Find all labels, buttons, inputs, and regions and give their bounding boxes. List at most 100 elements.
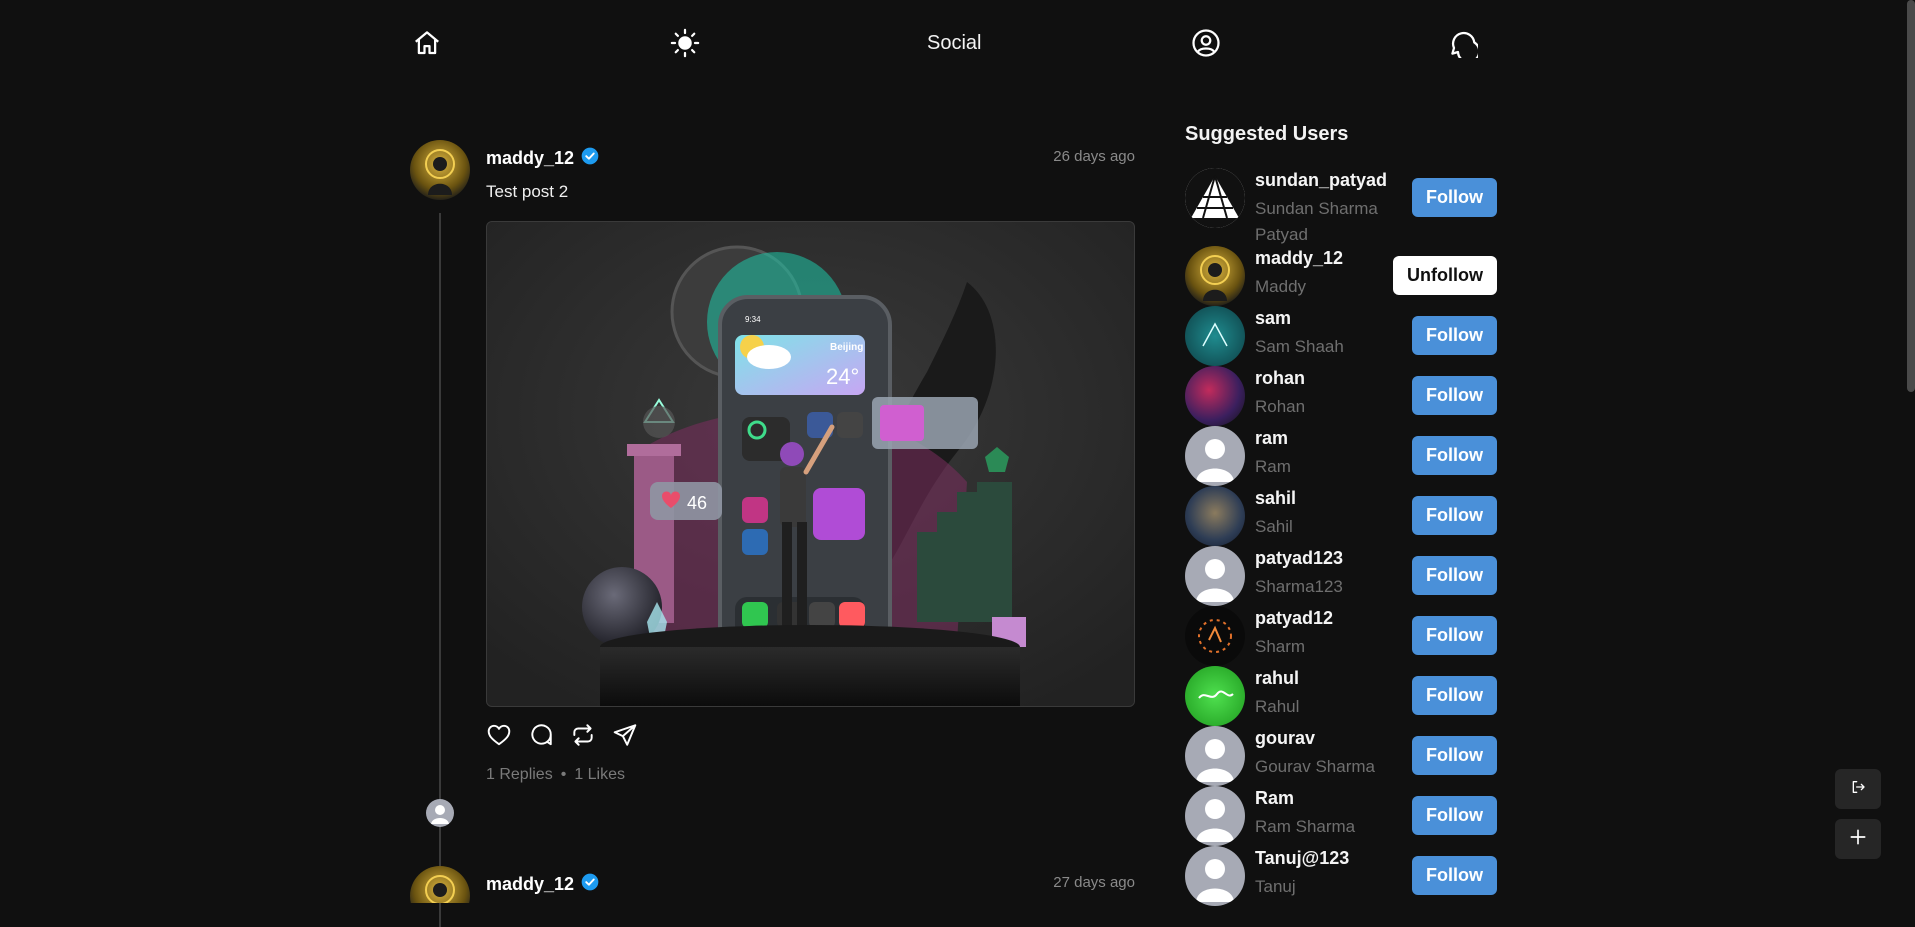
follow-button[interactable]: Follow bbox=[1412, 178, 1497, 217]
user-avatar[interactable] bbox=[1185, 666, 1245, 726]
app-title: Social bbox=[927, 32, 982, 54]
user-username[interactable]: gourav bbox=[1255, 728, 1315, 749]
theme-toggle-sun-icon[interactable] bbox=[668, 26, 702, 60]
stats-separator: • bbox=[560, 766, 567, 783]
user-fullname: Rahul bbox=[1255, 697, 1300, 716]
suggested-user: gourav Gourav Sharma Follow bbox=[1185, 726, 1497, 786]
post-timestamp: 26 days ago bbox=[1053, 148, 1135, 165]
likes-count[interactable]: 1 Likes bbox=[574, 766, 625, 784]
user-fullname: Ram bbox=[1255, 457, 1291, 476]
logout-icon bbox=[1850, 779, 1866, 800]
user-avatar[interactable] bbox=[1185, 486, 1245, 546]
user-avatar[interactable] bbox=[1185, 846, 1245, 906]
suggested-user: sundan_patyad Sundan Sharma Patyad Follo… bbox=[1185, 168, 1497, 244]
repost-icon[interactable] bbox=[570, 722, 596, 748]
post-username[interactable]: maddy_12 bbox=[486, 874, 574, 895]
user-fullname: Sharm bbox=[1255, 637, 1306, 656]
top-navbar: Social bbox=[410, 0, 1495, 88]
follow-button[interactable]: Follow bbox=[1412, 796, 1497, 835]
user-fullname: Tanuj bbox=[1255, 877, 1296, 896]
user-username[interactable]: patyad123 bbox=[1255, 548, 1343, 569]
share-icon[interactable] bbox=[612, 722, 638, 748]
user-fullname: Maddy bbox=[1255, 277, 1307, 296]
phone-time-label: 9:34 bbox=[745, 315, 761, 324]
follow-button[interactable]: Follow bbox=[1412, 736, 1497, 775]
follow-button[interactable]: Follow bbox=[1412, 856, 1497, 895]
suggested-user: ram Ram Follow bbox=[1185, 426, 1497, 486]
user-username[interactable]: rahul bbox=[1255, 668, 1299, 689]
user-username[interactable]: rohan bbox=[1255, 368, 1305, 389]
suggested-user: sahil Sahil Follow bbox=[1185, 486, 1497, 546]
post-header: maddy_12 bbox=[486, 146, 600, 171]
follow-button[interactable]: Follow bbox=[1412, 436, 1497, 475]
post-author-avatar[interactable] bbox=[410, 866, 470, 903]
suggested-user: Tanuj@123 Tanuj Follow bbox=[1185, 846, 1497, 906]
suggested-user: patyad12 Sharm Follow bbox=[1185, 606, 1497, 666]
unfollow-button[interactable]: Unfollow bbox=[1393, 256, 1497, 295]
user-username[interactable]: sam bbox=[1255, 308, 1291, 329]
follow-button[interactable]: Follow bbox=[1412, 676, 1497, 715]
user-username[interactable]: patyad12 bbox=[1255, 608, 1333, 629]
post-text: Test post 2 bbox=[486, 182, 569, 201]
verified-badge-icon bbox=[580, 872, 600, 897]
user-username[interactable]: sundan_patyad bbox=[1255, 170, 1387, 191]
follow-button[interactable]: Follow bbox=[1412, 376, 1497, 415]
suggested-user: sam Sam Shaah Follow bbox=[1185, 306, 1497, 366]
plus-icon bbox=[1848, 827, 1868, 852]
post-image[interactable]: 9:34 Beijing 24° 46 bbox=[486, 221, 1135, 707]
replies-count[interactable]: 1 Replies bbox=[486, 766, 553, 784]
post-username[interactable]: maddy_12 bbox=[486, 148, 574, 169]
logout-button[interactable] bbox=[1835, 769, 1881, 809]
post: maddy_12 27 days ago bbox=[410, 866, 1135, 903]
chat-icon[interactable] bbox=[1446, 26, 1480, 60]
follow-button[interactable]: Follow bbox=[1412, 316, 1497, 355]
suggested-user: Ram Ram Sharma Follow bbox=[1185, 786, 1497, 846]
user-fullname: Sahil bbox=[1255, 517, 1293, 536]
user-username[interactable]: sahil bbox=[1255, 488, 1296, 509]
user-fullname: Sharma123 bbox=[1255, 577, 1343, 596]
suggested-user: rohan Rohan Follow bbox=[1185, 366, 1497, 426]
post-stats: 1 Replies • 1 Likes bbox=[486, 766, 625, 784]
user-avatar[interactable] bbox=[1185, 546, 1245, 606]
reply-avatar[interactable] bbox=[426, 799, 454, 827]
user-avatar[interactable] bbox=[1185, 726, 1245, 786]
user-avatar[interactable] bbox=[1185, 246, 1245, 306]
user-fullname: Sundan Sharma Patyad bbox=[1255, 199, 1378, 244]
suggested-user: rahul Rahul Follow bbox=[1185, 666, 1497, 726]
user-fullname: Sam Shaah bbox=[1255, 337, 1344, 356]
user-avatar[interactable] bbox=[1185, 168, 1245, 228]
post-actions bbox=[486, 722, 638, 748]
page-scrollbar[interactable] bbox=[1907, 0, 1915, 392]
suggested-user: maddy_12 Maddy Unfollow bbox=[1185, 246, 1497, 306]
phone-city-label: Beijing bbox=[830, 342, 863, 353]
create-post-button[interactable] bbox=[1835, 819, 1881, 859]
follow-button[interactable]: Follow bbox=[1412, 616, 1497, 655]
post-timestamp: 27 days ago bbox=[1053, 874, 1135, 891]
phone-temp-label: 24° bbox=[826, 364, 859, 389]
like-icon[interactable] bbox=[486, 722, 512, 748]
comment-icon[interactable] bbox=[528, 722, 554, 748]
post: maddy_12 26 days ago Test post 2 9:34 Be… bbox=[410, 140, 1135, 927]
user-username[interactable]: Ram bbox=[1255, 788, 1294, 809]
user-fullname: Ram Sharma bbox=[1255, 817, 1356, 836]
suggested-user: patyad123 Sharma123 Follow bbox=[1185, 546, 1497, 606]
user-username[interactable]: ram bbox=[1255, 428, 1288, 449]
user-avatar[interactable] bbox=[1185, 426, 1245, 486]
user-avatar[interactable] bbox=[1185, 786, 1245, 846]
profile-icon[interactable] bbox=[1189, 26, 1223, 60]
follow-button[interactable]: Follow bbox=[1412, 496, 1497, 535]
user-username[interactable]: Tanuj@123 bbox=[1255, 848, 1349, 869]
verified-badge-icon bbox=[580, 146, 600, 171]
post-header: maddy_12 bbox=[486, 872, 600, 897]
user-avatar[interactable] bbox=[1185, 366, 1245, 426]
user-fullname: Rohan bbox=[1255, 397, 1306, 416]
post-author-avatar[interactable] bbox=[410, 140, 470, 200]
home-icon[interactable] bbox=[410, 26, 444, 60]
suggested-users-title: Suggested Users bbox=[1185, 123, 1349, 145]
user-avatar[interactable] bbox=[1185, 306, 1245, 366]
user-avatar[interactable] bbox=[1185, 606, 1245, 666]
likes-badge-label: 46 bbox=[687, 493, 707, 513]
user-fullname: Gourav Sharma bbox=[1255, 757, 1375, 776]
user-username[interactable]: maddy_12 bbox=[1255, 248, 1343, 269]
follow-button[interactable]: Follow bbox=[1412, 556, 1497, 595]
